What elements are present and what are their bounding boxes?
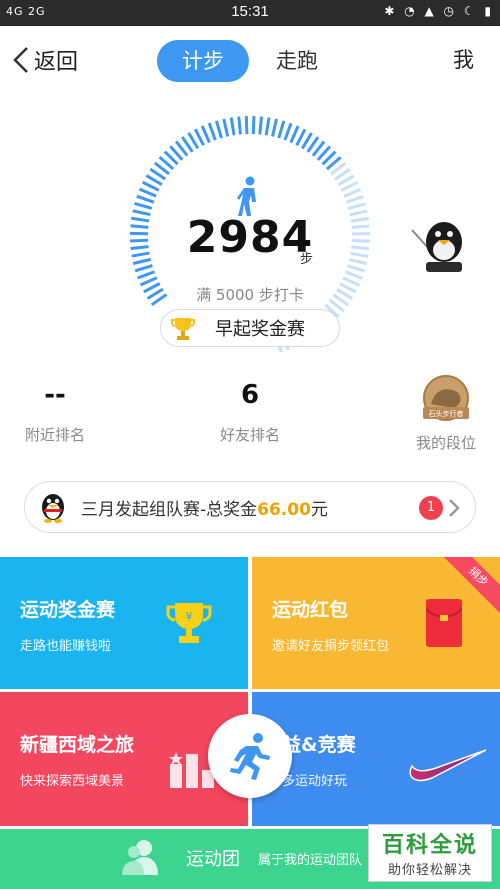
morning-contest-button[interactable]: 早起奖金赛: [160, 309, 340, 347]
dial-tick: [214, 120, 223, 139]
dial-tick: [132, 257, 152, 265]
nearby-rank[interactable]: -- 附近排名: [10, 380, 100, 445]
dial-tick: [343, 187, 362, 198]
dial-tick: [295, 128, 307, 147]
dial-tick: [351, 238, 370, 243]
dial-tick: [137, 270, 155, 280]
dial-tick: [130, 238, 149, 243]
trophy-icon: [171, 318, 195, 340]
dial-tick: [134, 201, 153, 210]
morning-contest-label: 早起奖金赛: [215, 319, 305, 340]
red-envelope-icon: [426, 599, 462, 647]
tile-subtitle: 多运动好玩: [282, 774, 348, 789]
level-badge-icon: 石头步行者: [423, 375, 469, 421]
tile-subtitle: 邀请好友捐步领红包: [272, 639, 390, 654]
step-unit: 步: [300, 252, 314, 267]
dial-tick: [340, 181, 359, 192]
goal-text: 满 5000 步打卡: [196, 286, 304, 304]
dial-tick: [130, 245, 149, 251]
nearby-rank-label: 附近排名: [24, 426, 85, 444]
team-subtitle: 属于我的运动团队: [258, 853, 363, 868]
tile-title: 新疆西域之旅: [20, 734, 135, 756]
dial-tick: [277, 120, 286, 139]
tile-red-packet[interactable]: 捐步 运动红包 邀请好友捐步领红包: [252, 557, 500, 689]
dial-tick: [258, 116, 263, 135]
dial-tick: [351, 245, 370, 251]
nearby-rank-value: --: [44, 380, 66, 410]
dial-tick: [345, 195, 364, 204]
tile-subtitle: 快来探索西域美景: [20, 774, 125, 789]
dial-tick: [347, 264, 366, 273]
watermark-line2: 助你轻松解决: [387, 863, 472, 878]
dial-tick: [350, 251, 369, 258]
dial-tick: [237, 116, 242, 135]
dial-tick: [344, 270, 363, 280]
penguin-mascot-icon[interactable]: [408, 210, 476, 276]
team-contest-banner[interactable]: 三月发起组队赛-总奖金66.00元 1: [24, 481, 476, 533]
banner-text: 三月发起组队赛-总奖金66.00元: [81, 499, 328, 520]
tile-title: 益&竞赛: [282, 734, 356, 756]
dial-tick: [131, 216, 150, 223]
dial-tick: [222, 118, 230, 137]
trophy-icon: ¥: [166, 603, 212, 643]
tile-title: 运动红包: [272, 599, 349, 621]
dial-tick: [348, 258, 368, 266]
dial-tick: [207, 122, 217, 141]
team-title: 运动团: [186, 849, 240, 870]
dial-tick: [130, 224, 149, 229]
dial-tick: [193, 128, 205, 146]
dial-tick: [251, 116, 256, 135]
watermark: 百科全说 助你轻松解决: [368, 824, 492, 882]
dial-tick: [200, 125, 211, 144]
notification-badge: 1: [419, 496, 443, 520]
dial-tick: [271, 118, 278, 137]
dial-tick: [349, 209, 368, 217]
tile-title: 运动奖金赛: [20, 599, 116, 621]
dial-tick: [283, 122, 293, 141]
dial-tick: [136, 194, 155, 204]
dial-tick: [264, 117, 271, 136]
dial-tick: [350, 217, 369, 223]
dial-tick: [131, 251, 150, 258]
start-run-button[interactable]: [208, 714, 292, 798]
svg-text:¥: ¥: [186, 610, 193, 623]
friend-rank-value: 6: [240, 380, 260, 410]
banner-amount: 66.00: [257, 499, 311, 520]
team-member-icon: [122, 840, 158, 875]
runner-icon: [230, 733, 270, 780]
dial-tick: [347, 202, 366, 210]
qq-penguin-icon: [42, 494, 64, 523]
level-label: 我的段位: [415, 434, 476, 452]
dial-tick: [134, 264, 153, 273]
dial-tick: [244, 116, 249, 135]
friend-rank-label: 好友排名: [219, 426, 280, 444]
friend-rank[interactable]: 6 好友排名: [205, 380, 295, 445]
dial-tick: [138, 187, 157, 198]
my-level[interactable]: 石头步行者 我的段位: [405, 374, 487, 453]
dial-tick: [142, 180, 160, 192]
tile-subtitle: 走路也能赚钱啦: [20, 639, 112, 654]
tile-sport-prize[interactable]: 运动奖金赛 走路也能赚钱啦 ¥: [0, 557, 248, 689]
swoosh-icon: [409, 749, 487, 782]
dial-tick: [229, 117, 236, 136]
watermark-line1: 百科全说: [381, 833, 478, 858]
dial-tick: [132, 209, 151, 217]
dial-tick: [289, 125, 300, 144]
level-badge-text: 石头步行者: [429, 409, 464, 418]
dial-tick: [351, 224, 370, 230]
chevron-right-icon: [449, 499, 460, 517]
